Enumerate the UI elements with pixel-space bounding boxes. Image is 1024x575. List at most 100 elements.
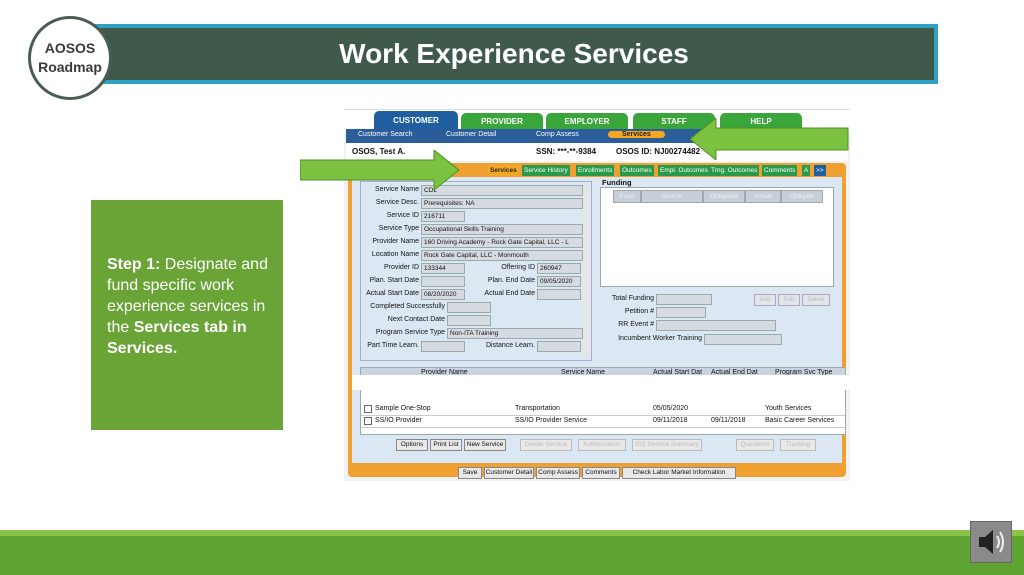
field-actual-end[interactable]	[537, 289, 581, 300]
step-text: Step 1: Designate and fund specific work…	[107, 254, 277, 359]
funding-panel: Funding Fund Source Obligated Actual Obl…	[598, 178, 836, 359]
table-row[interactable]: SS/IO Provider SS/IO Provider Service 09…	[361, 416, 845, 428]
field-service-type[interactable]: Occupational Skills Training	[421, 224, 583, 235]
label-service-id: Service ID	[386, 212, 419, 219]
funding-grid: Fund Source Obligated Actual Obligate	[600, 187, 834, 287]
screenshot-overlay-gap	[352, 375, 850, 390]
subtab-service-history[interactable]: Service History	[522, 165, 570, 176]
label-actual-start: Actual Start Date	[366, 290, 419, 297]
field-provider-id[interactable]: 133344	[421, 263, 465, 274]
service-form: Service Name CDL Service Desc. Prerequis…	[360, 181, 592, 361]
label-program-type: Program Service Type	[375, 329, 445, 336]
slide-title-bar: Work Experience Services	[66, 24, 938, 84]
field-distance[interactable]	[537, 341, 581, 352]
label-actual-end: Actual End Date	[484, 290, 535, 297]
comp-assess-button[interactable]: Comp Assess	[536, 467, 580, 479]
row-type: Basic Career Services	[765, 417, 835, 424]
arrow-right-icon	[300, 150, 460, 190]
check-labor-market-button[interactable]: Check Labor Market Information	[622, 467, 736, 479]
row-provider: SS/IO Provider	[375, 417, 422, 424]
authorization-button[interactable]: Authorization	[578, 439, 626, 451]
subtab-comments[interactable]: Comments	[762, 165, 798, 176]
field-service-desc[interactable]: Prerequisites: NA	[421, 198, 583, 209]
tab-employer[interactable]: EMPLOYER	[546, 113, 628, 129]
field-completed[interactable]	[447, 302, 491, 313]
label-provider-id: Provider ID	[383, 264, 419, 271]
tab-provider[interactable]: PROVIDER	[461, 113, 543, 129]
label-part-time: Part Time Learn.	[367, 342, 419, 349]
options-button[interactable]: Options	[396, 439, 428, 451]
subnav-customer-search[interactable]: Customer Search	[358, 131, 412, 138]
label-distance: Distance Learn.	[485, 342, 535, 349]
field-location-name[interactable]: Rock Gate Capital, LLC - Monmouth	[421, 250, 583, 261]
field-plan-start[interactable]	[421, 276, 465, 287]
tab-customer[interactable]: CUSTOMER	[374, 111, 458, 130]
delete-service-button[interactable]: Delete Service	[520, 439, 572, 451]
funding-col-source: Source	[641, 190, 703, 203]
funding-col-actual: Actual	[745, 190, 781, 203]
row-provider: Sample One-Stop	[375, 405, 431, 412]
field-plan-end[interactable]: 09/05/2020	[537, 276, 581, 287]
field-rr-event[interactable]	[656, 320, 776, 331]
subtab-empl-outcomes[interactable]: Empl. Outcomes	[658, 165, 711, 176]
subtab-enrollments[interactable]: Enrollments	[576, 165, 615, 176]
slide-title-inner: Work Experience Services	[70, 28, 934, 80]
subtab-services[interactable]: Services	[488, 165, 519, 176]
field-petition[interactable]	[656, 307, 706, 318]
field-provider-name[interactable]: 160 Driving Academy - Rock Gate Capital,…	[421, 237, 583, 248]
subnav-customer-detail[interactable]: Customer Detail	[446, 131, 496, 138]
field-total-funding[interactable]	[656, 294, 712, 305]
customer-detail-button[interactable]: Customer Detail	[484, 467, 534, 479]
field-program-type[interactable]: Non-ITA Training	[447, 328, 583, 339]
subtab-outcomes[interactable]: Outcomes	[620, 165, 654, 176]
funding-add-button[interactable]: Add	[754, 294, 776, 306]
row-service: Transportation	[515, 405, 560, 412]
badge-line-2: Roadmap	[38, 59, 102, 75]
iss-summary-button[interactable]: ISS Service Summary	[632, 439, 702, 451]
row-start: 09/11/2018	[653, 417, 688, 424]
funding-title: Funding	[602, 178, 632, 187]
field-part-time[interactable]	[421, 341, 465, 352]
row-type: Youth Services	[765, 405, 812, 412]
field-offering-id[interactable]: 260947	[537, 263, 581, 274]
label-completed: Completed Successfully	[370, 303, 445, 310]
tracking-button[interactable]: Tracking	[780, 439, 816, 451]
field-service-id[interactable]: 216711	[421, 211, 465, 222]
label-location-name: Location Name	[371, 251, 419, 258]
row-checkbox[interactable]	[364, 405, 372, 413]
label-next-contact: Next Contact Date	[387, 316, 445, 323]
funding-delete-button[interactable]: Delete	[802, 294, 830, 306]
save-button[interactable]: Save	[458, 467, 482, 479]
form-scrollbar[interactable]	[583, 185, 590, 357]
funding-col-fund: Fund	[613, 190, 641, 203]
label-service-desc: Service Desc.	[375, 199, 419, 206]
table-row[interactable]: Sample One-Stop Transportation 05/05/202…	[361, 404, 845, 416]
subtab-a[interactable]: A	[802, 165, 811, 176]
subnav-comp-assess[interactable]: Comp Assess	[536, 131, 579, 138]
services-panel: Services Service History Enrollments Out…	[348, 163, 846, 479]
questions-button[interactable]: Questions	[736, 439, 774, 451]
subtab-next[interactable]: >>	[814, 165, 826, 176]
funding-edit-button[interactable]: Edit	[778, 294, 800, 306]
label-provider-name: Provider Name	[372, 238, 419, 245]
field-incumbent[interactable]	[704, 334, 782, 345]
subtab-trng-outcomes[interactable]: Trng. Outcomes	[709, 165, 760, 176]
row-end: 09/11/2018	[711, 417, 746, 424]
speaker-icon[interactable]	[970, 521, 1012, 563]
field-next-contact[interactable]	[447, 315, 491, 326]
new-service-button[interactable]: New Service	[464, 439, 506, 451]
label-petition: Petition #	[624, 308, 654, 315]
label-service-type: Service Type	[378, 225, 419, 232]
customer-osos-id: OSOS ID: NJ00274482	[616, 147, 701, 156]
row-service: SS/IO Provider Service	[515, 417, 587, 424]
row-checkbox[interactable]	[364, 417, 372, 425]
print-list-button[interactable]: Print List	[430, 439, 462, 451]
comments-button[interactable]: Comments	[582, 467, 620, 479]
funding-col-obligated: Obligated	[703, 190, 745, 203]
field-actual-start[interactable]: 08/20/2020	[421, 289, 465, 300]
label-plan-end: Plan. End Date	[487, 277, 535, 284]
label-total-funding: Total Funding	[611, 295, 654, 302]
step-callout: Step 1: Designate and fund specific work…	[91, 200, 283, 430]
slide-title: Work Experience Services	[339, 38, 689, 69]
subnav-services[interactable]: Services	[608, 131, 665, 138]
